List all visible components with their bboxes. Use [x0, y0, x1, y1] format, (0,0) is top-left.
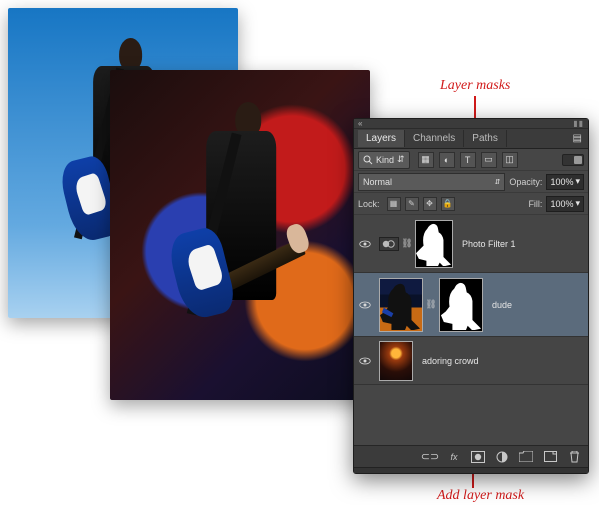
- chevron-updown-icon: ⇵: [397, 154, 405, 165]
- layer-fx-icon[interactable]: fx: [446, 449, 462, 465]
- layer-name[interactable]: Photo Filter 1: [456, 239, 516, 249]
- annotation-pointer: [472, 472, 474, 488]
- filter-kind-dropdown[interactable]: Kind ⇵: [358, 151, 410, 169]
- visibility-eye-icon[interactable]: [359, 238, 371, 250]
- layer-row[interactable]: ⛓ dude: [354, 273, 588, 337]
- adjustment-layer-icon: [379, 237, 399, 251]
- visibility-eye-icon[interactable]: [359, 355, 371, 367]
- layer-mask-thumbnail[interactable]: [439, 278, 483, 332]
- blend-mode-value: Normal: [363, 177, 392, 187]
- tab-layers[interactable]: Layers: [358, 130, 405, 147]
- lock-position-icon[interactable]: ✥: [423, 197, 437, 211]
- panel-grip[interactable]: « ▮▮: [354, 119, 588, 129]
- layers-panel-footer: ⊂⊃ fx: [354, 445, 588, 467]
- fill-field[interactable]: 100% ▾: [546, 196, 584, 212]
- new-layer-icon[interactable]: [542, 449, 558, 465]
- fill-value: 100%: [550, 199, 573, 209]
- layer-list: ⛓ Photo Filter 1: [354, 215, 588, 445]
- filter-type-icon[interactable]: T: [460, 152, 476, 168]
- layer-name[interactable]: dude: [486, 300, 512, 310]
- filter-adjustment-icon[interactable]: ◐: [439, 152, 455, 168]
- layer-row[interactable]: ⛓ Photo Filter 1: [354, 215, 588, 273]
- blend-mode-dropdown[interactable]: Normal ⇵: [358, 173, 505, 191]
- layer-name[interactable]: adoring crowd: [416, 356, 479, 366]
- annotation-pointer: [474, 96, 476, 120]
- lock-label: Lock:: [358, 199, 380, 209]
- filter-smartobj-icon[interactable]: ◫: [502, 152, 518, 168]
- add-layer-mask-icon[interactable]: [470, 449, 486, 465]
- link-layers-icon[interactable]: ⊂⊃: [422, 449, 438, 465]
- new-group-icon[interactable]: [518, 449, 534, 465]
- layer-thumbnail[interactable]: [379, 278, 423, 332]
- chevron-updown-icon: ⇵: [495, 178, 501, 186]
- filter-pixel-icon[interactable]: ▦: [418, 152, 434, 168]
- lock-row: Lock: ▦ ✎ ✥ 🔒 Fill: 100% ▾: [354, 193, 588, 215]
- blend-row: Normal ⇵ Opacity: 100% ▾: [354, 171, 588, 193]
- filter-kind-label: Kind: [376, 155, 394, 165]
- panel-menu-icon[interactable]: ▤: [567, 130, 588, 147]
- delete-layer-icon[interactable]: [566, 449, 582, 465]
- collapse-icon[interactable]: «: [358, 119, 362, 128]
- visibility-eye-icon[interactable]: [359, 299, 371, 311]
- opacity-value: 100%: [550, 177, 573, 187]
- layer-mask-thumbnail[interactable]: [415, 220, 453, 268]
- mask-link-icon[interactable]: ⛓: [402, 237, 412, 251]
- lock-transparent-icon[interactable]: ▦: [387, 197, 401, 211]
- filter-toggle[interactable]: [562, 154, 584, 166]
- annotation-layer-masks: Layer masks: [440, 78, 510, 94]
- layer-thumbnail[interactable]: [379, 341, 413, 381]
- new-adjustment-layer-icon[interactable]: [494, 449, 510, 465]
- search-icon: [363, 155, 373, 165]
- preview-composited: [110, 70, 370, 400]
- panel-resize-handle[interactable]: [354, 467, 588, 473]
- lock-all-icon[interactable]: 🔒: [441, 197, 455, 211]
- annotation-add-layer-mask: Add layer mask: [437, 488, 524, 504]
- chevron-down-icon: ▾: [575, 176, 580, 187]
- chevron-down-icon: ▾: [575, 198, 580, 209]
- panel-tabs: Layers Channels Paths ▤: [354, 129, 588, 149]
- panel-handle[interactable]: ▮▮: [573, 119, 584, 128]
- fill-label: Fill:: [528, 199, 542, 209]
- filter-row: Kind ⇵ ▦ ◐ T ▭ ◫: [354, 149, 588, 171]
- filter-shape-icon[interactable]: ▭: [481, 152, 497, 168]
- mask-link-icon[interactable]: ⛓: [426, 298, 436, 312]
- lock-pixels-icon[interactable]: ✎: [405, 197, 419, 211]
- opacity-label: Opacity:: [509, 177, 542, 187]
- layer-row[interactable]: adoring crowd: [354, 337, 588, 385]
- tab-paths[interactable]: Paths: [464, 130, 507, 147]
- tab-channels[interactable]: Channels: [405, 130, 464, 147]
- opacity-field[interactable]: 100% ▾: [546, 174, 584, 190]
- layers-panel: « ▮▮ Layers Channels Paths ▤ Kind ⇵ ▦ ◐ …: [353, 118, 589, 474]
